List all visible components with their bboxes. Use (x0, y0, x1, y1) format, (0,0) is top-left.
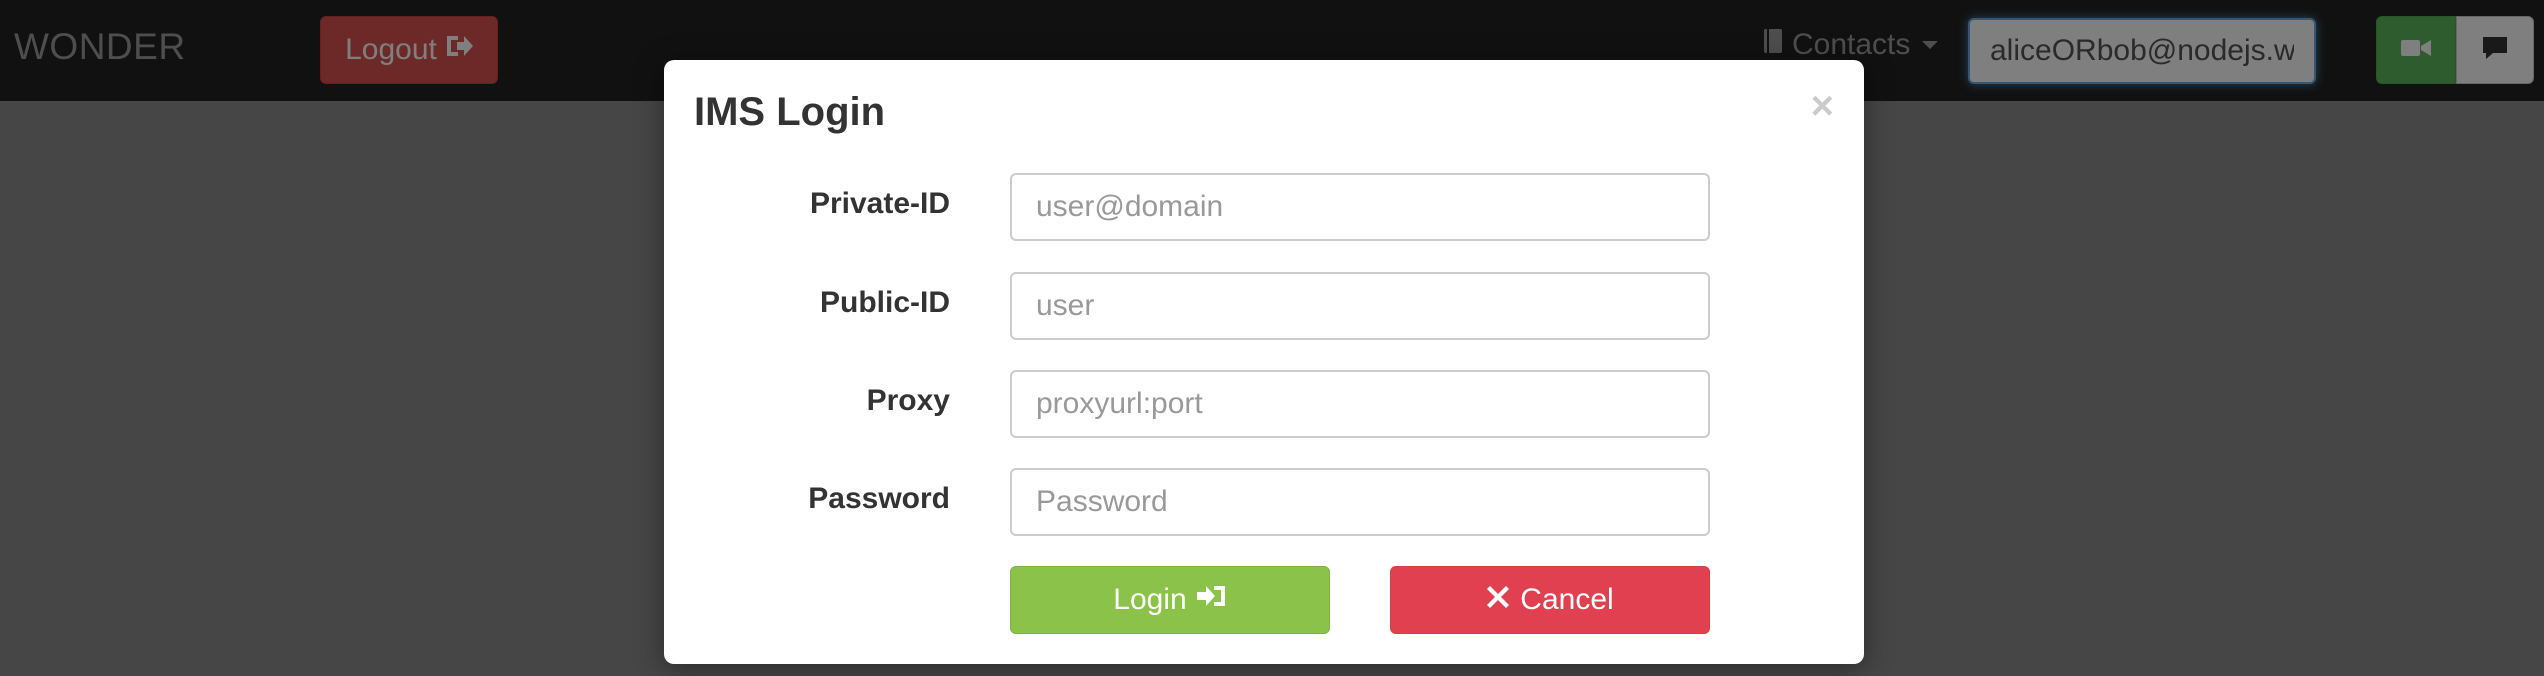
proxy-row: Proxy (664, 370, 1864, 438)
password-input[interactable] (1010, 468, 1710, 536)
proxy-label: Proxy (866, 384, 950, 417)
password-label: Password (808, 482, 950, 515)
public-id-row: Public-ID (664, 272, 1864, 340)
private-id-input[interactable] (1010, 173, 1710, 241)
cancel-label: Cancel (1520, 583, 1614, 616)
close-icon[interactable]: × (1811, 84, 1834, 129)
close-icon (1486, 583, 1510, 617)
proxy-input[interactable] (1010, 370, 1710, 438)
login-icon (1196, 583, 1227, 617)
private-id-label: Private-ID (809, 187, 950, 220)
ims-login-modal: IMS Login × Private-ID Public-ID Proxy P… (664, 60, 1864, 664)
public-id-input[interactable] (1010, 272, 1710, 340)
password-row: Password (664, 468, 1864, 536)
login-label: Login (1113, 583, 1187, 616)
modal-title: IMS Login (694, 90, 886, 134)
login-button[interactable]: Login (1010, 566, 1330, 634)
public-id-label: Public-ID (819, 286, 950, 319)
private-id-row: Private-ID (664, 173, 1864, 241)
cancel-button[interactable]: Cancel (1390, 566, 1710, 634)
